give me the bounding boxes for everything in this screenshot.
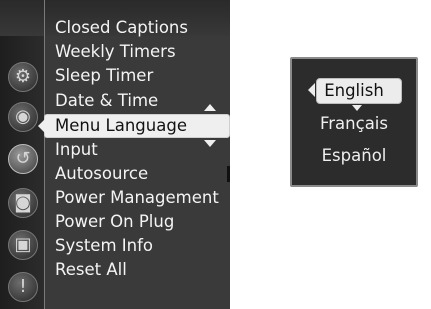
menu-item-weekly-timers[interactable]: Weekly Timers xyxy=(55,40,176,64)
menu-item-label: Weekly Timers xyxy=(55,42,176,61)
menu-item-closed-captions[interactable]: Closed Captions xyxy=(55,16,188,40)
menu-item-label: Power On Plug xyxy=(55,212,175,231)
menu-item-label: Autosource xyxy=(55,164,149,183)
menu-item-label: Input xyxy=(55,140,98,159)
settings-menu-panel: ⚙ ◉ ↺ ◙ ▣ ! Closed Captions Weekly Timer… xyxy=(0,0,230,309)
menu-selection-notch xyxy=(38,118,46,134)
menu-item-label: Menu Language xyxy=(55,116,187,135)
speaker-icon[interactable]: ◉ xyxy=(8,102,38,132)
camera-icon[interactable]: ◙ xyxy=(8,188,38,218)
menu-item-sleep-timer[interactable]: Sleep Timer xyxy=(55,64,153,88)
menu-item-menu-language[interactable]: Menu Language xyxy=(55,114,187,138)
icon-column-divider xyxy=(44,0,45,309)
info-icon[interactable]: ! xyxy=(8,272,38,302)
category-icon-column: ⚙ ◉ ↺ ◙ ▣ ! xyxy=(0,36,44,309)
menu-item-label: Reset All xyxy=(55,260,127,279)
menu-item-power-management[interactable]: Power Management xyxy=(55,186,219,210)
menu-item-label: System Info xyxy=(55,236,154,255)
lock-icon[interactable]: ▣ xyxy=(8,230,38,260)
menu-item-label: Date & Time xyxy=(55,91,159,110)
menu-item-power-on-plug[interactable]: Power On Plug xyxy=(55,210,174,234)
language-option-francais[interactable]: Français xyxy=(292,112,416,136)
menu-item-date-time[interactable]: Date & Time xyxy=(55,89,158,113)
menu-item-input[interactable]: Input xyxy=(55,138,98,162)
autosource-value: OF xyxy=(227,166,230,182)
gear-icon[interactable]: ⚙ xyxy=(8,62,38,92)
menu-item-label: Power Management xyxy=(55,188,219,207)
language-option-english[interactable]: English xyxy=(292,79,416,103)
language-popup: English Français Español xyxy=(290,57,418,187)
language-down-arrow-icon[interactable] xyxy=(352,105,362,111)
language-option-espanol[interactable]: Español xyxy=(292,144,416,168)
menu-item-autosource[interactable]: Autosource OF xyxy=(55,162,230,186)
menu-item-label: Closed Captions xyxy=(55,18,188,37)
menu-item-label: Sleep Timer xyxy=(55,66,154,85)
menu-item-reset-all[interactable]: Reset All xyxy=(55,258,127,282)
scroll-down-arrow-icon[interactable] xyxy=(204,140,216,147)
menu-item-system-info[interactable]: System Info xyxy=(55,234,153,258)
scroll-up-arrow-icon[interactable] xyxy=(204,104,216,111)
power-plug-icon[interactable]: ↺ xyxy=(8,144,38,174)
